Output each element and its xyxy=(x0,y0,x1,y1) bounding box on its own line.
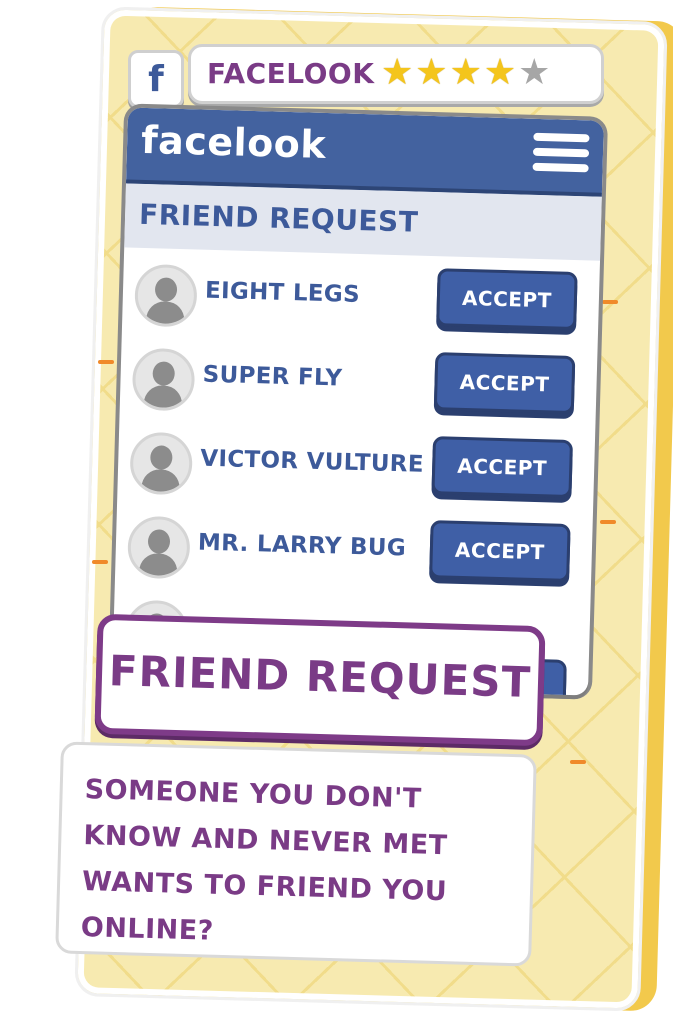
pattern-dash xyxy=(92,560,108,564)
card-title: FRIEND REQUEST xyxy=(108,646,532,707)
card-title-banner: FRIEND REQUEST xyxy=(94,613,546,747)
app-name: FACELOOK xyxy=(207,57,375,90)
requester-name: SUPER FLY xyxy=(202,361,343,392)
accept-button[interactable]: ACCEPT xyxy=(436,268,578,331)
friend-request-list: EIGHT LEGS ACCEPT SUPER FLY ACCEPT VICTO… xyxy=(124,257,600,696)
app-title-bar: FACELOOK ★ ★ ★ ★ ★ xyxy=(188,44,604,104)
list-item: EIGHT LEGS ACCEPT xyxy=(122,257,600,340)
star-filled-icon: ★ xyxy=(381,52,414,93)
star-empty-icon: ★ xyxy=(518,52,551,93)
list-item: SUPER FLY ACCEPT xyxy=(120,341,598,424)
avatar-icon xyxy=(126,515,191,580)
accept-button[interactable]: ACCEPT xyxy=(429,520,571,582)
list-item: VICTOR VULTURE ACCEPT xyxy=(117,425,595,508)
app-header: facelook xyxy=(125,107,604,197)
list-item: MR. LARRY BUG ACCEPT xyxy=(115,509,593,592)
requester-name: MR. LARRY BUG xyxy=(197,529,407,562)
section-header: FRIEND REQUEST xyxy=(124,183,602,261)
star-filled-icon: ★ xyxy=(483,52,517,93)
requester-name: VICTOR VULTURE xyxy=(199,445,425,478)
requester-name: EIGHT LEGS xyxy=(204,277,361,309)
avatar-icon xyxy=(131,347,196,412)
question-box: SOMEONE YOU DON'T KNOW AND NEVER MET WAN… xyxy=(55,741,537,967)
star-filled-icon: ★ xyxy=(449,52,482,93)
pattern-dash xyxy=(98,360,114,364)
rating-stars: ★ ★ ★ ★ ★ xyxy=(381,53,552,93)
avatar-icon xyxy=(134,263,198,328)
phone-screen: facelook FRIEND REQUEST EIGHT LEGS ACCEP… xyxy=(112,107,604,696)
avatar-icon xyxy=(129,431,194,496)
hamburger-menu-icon[interactable] xyxy=(532,132,590,179)
accept-button[interactable]: ACCEPT xyxy=(431,436,574,498)
question-text: SOMEONE YOU DON'T KNOW AND NEVER MET WAN… xyxy=(80,774,448,947)
pattern-dash xyxy=(602,300,618,304)
star-filled-icon: ★ xyxy=(415,52,448,93)
section-title: FRIEND REQUEST xyxy=(138,197,419,239)
pattern-dash xyxy=(570,760,586,764)
f-logo-icon: f xyxy=(139,61,173,99)
app-badge: f xyxy=(128,50,184,108)
accept-button[interactable]: ACCEPT xyxy=(433,352,576,415)
brand-logo: facelook xyxy=(140,117,327,168)
pattern-dash xyxy=(600,520,616,524)
